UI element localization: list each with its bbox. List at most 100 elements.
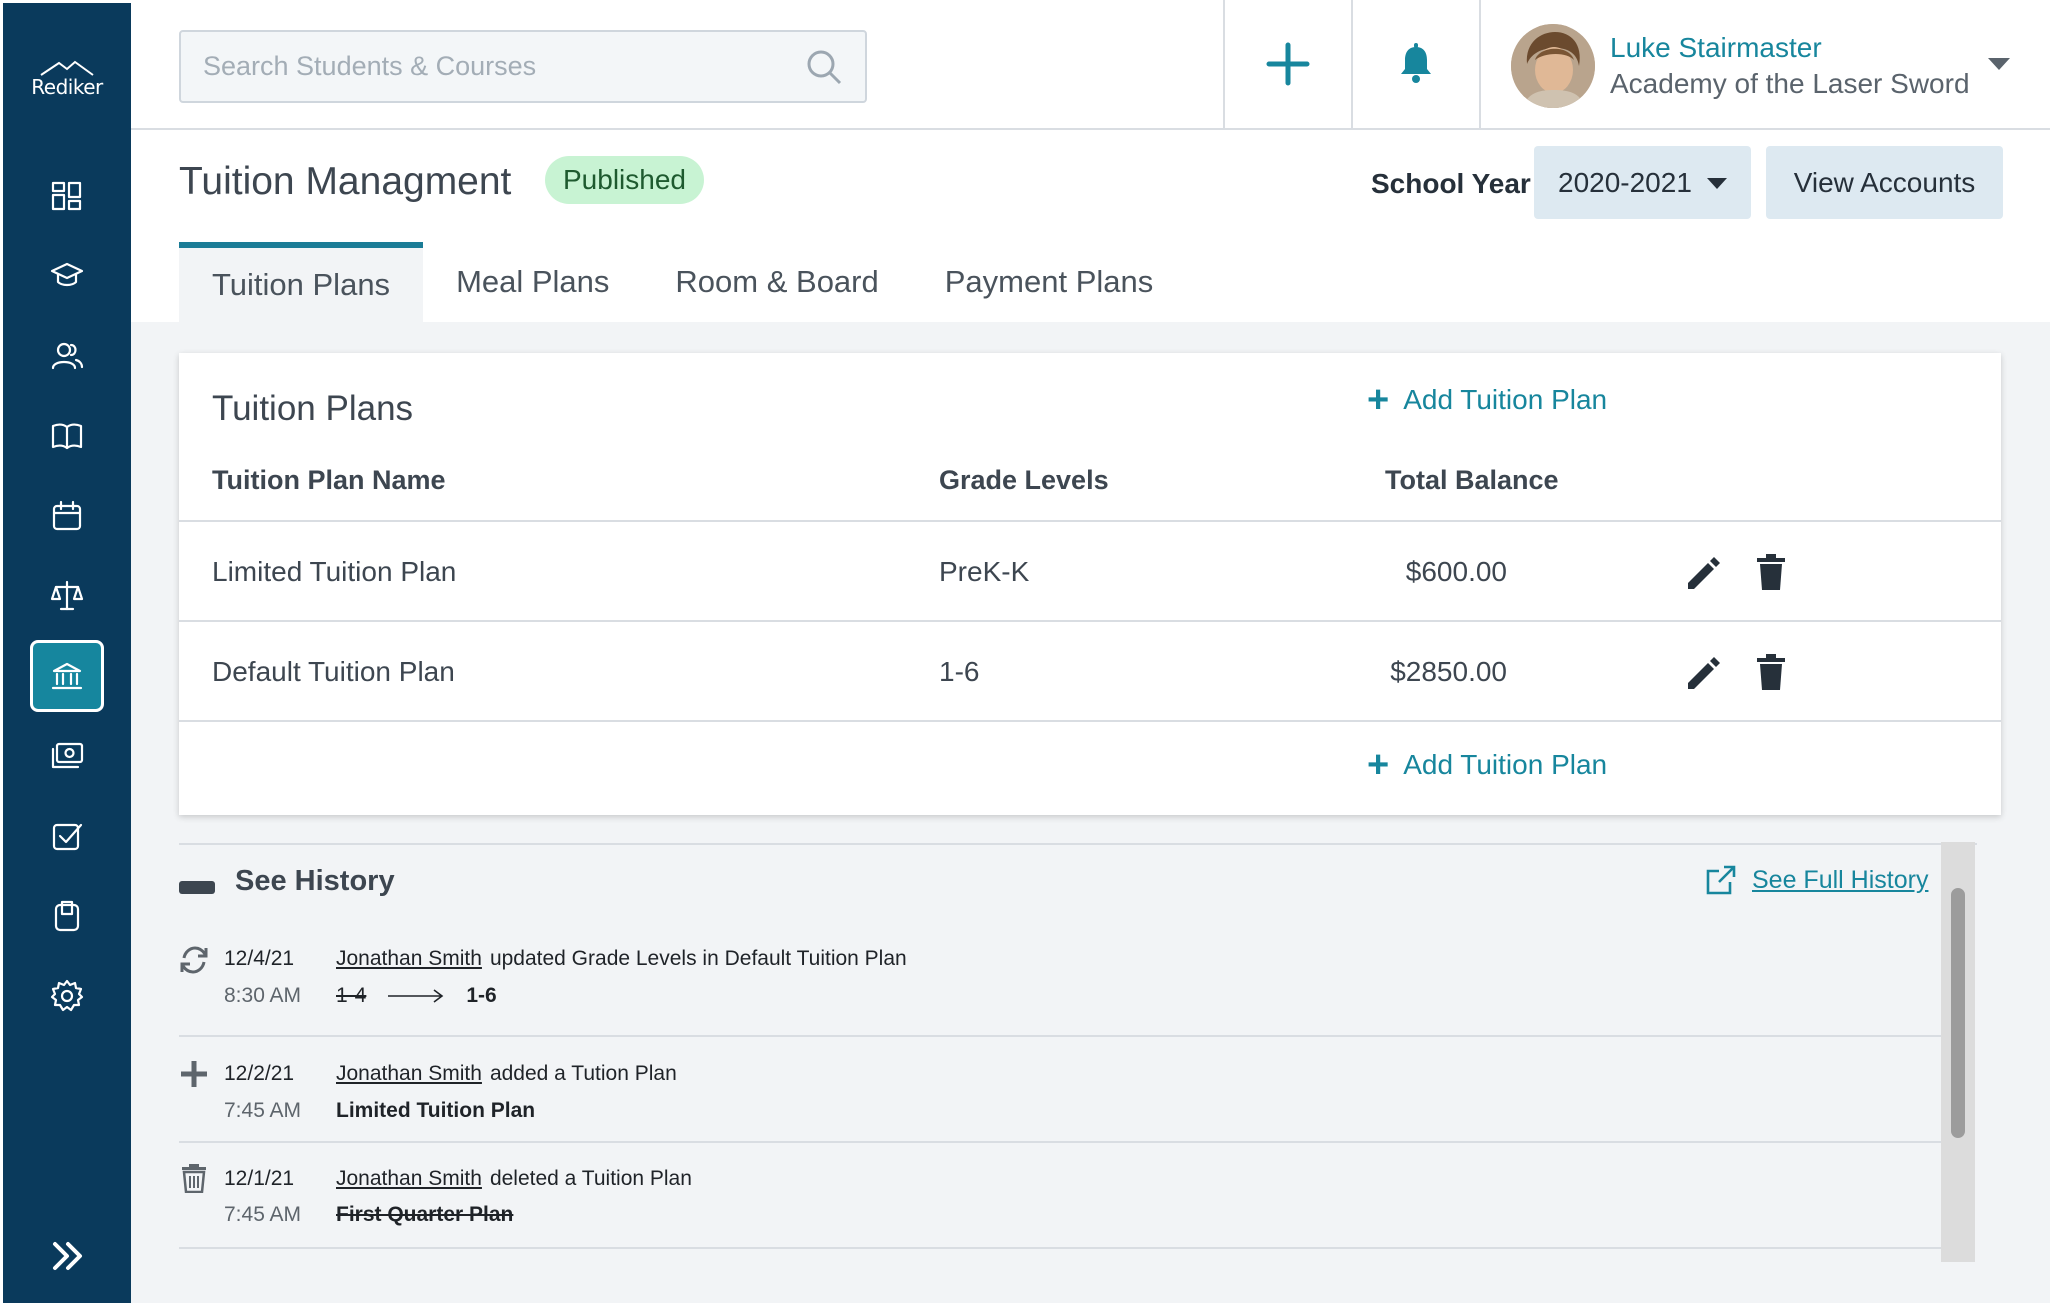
history-action: updated Grade Levels in Default Tuition … (489, 947, 907, 970)
history-date: 12/4/21 (224, 947, 295, 970)
top-bar: Luke Stairmaster Academy of the Laser Sw… (131, 0, 2050, 130)
tab-payment-plans[interactable]: Payment Plans (912, 242, 1187, 322)
clipboard-icon (54, 900, 80, 932)
tab-meal-plans[interactable]: Meal Plans (423, 242, 642, 322)
sidebar-item-reports[interactable] (30, 880, 104, 952)
new-value: 1-6 (466, 984, 497, 1007)
history-user-link[interactable]: Jonathan Smith (336, 1167, 482, 1190)
old-value: 1-4 (336, 984, 367, 1007)
add-tuition-plan-button[interactable]: + Add Tuition Plan (1367, 746, 1607, 784)
plus-icon (181, 1061, 207, 1087)
plan-balance: $2850.00 (1390, 656, 1507, 687)
sidebar-item-payments[interactable] (30, 720, 104, 792)
sidebar-item-discipline[interactable] (30, 560, 104, 632)
edit-button[interactable] (1681, 650, 1725, 694)
search-icon[interactable] (805, 48, 843, 86)
history-text: Jonathan Smith deleted a Tuition Plan (336, 1167, 692, 1191)
school-year-label: School Year (1371, 168, 1531, 199)
plus-icon (1266, 42, 1310, 86)
avatar[interactable] (1511, 24, 1595, 108)
edit-button[interactable] (1681, 550, 1725, 594)
history-entry: 12/4/21 8:30 AM Jonathan Smith updated Gr… (179, 933, 1945, 1037)
calendar-icon (52, 500, 82, 531)
tuition-plans-card: Tuition Plans + Add Tuition Plan Tuition… (179, 353, 2001, 815)
tab-room-board[interactable]: Room & Board (642, 242, 911, 322)
sidebar-item-people[interactable] (30, 320, 104, 392)
sidebar-item-billing[interactable] (30, 640, 104, 712)
user-name[interactable]: Luke Stairmaster (1610, 32, 1822, 64)
history-time: 7:45 AM (224, 1099, 302, 1122)
logo-text: Rediker (31, 75, 103, 99)
history-panel: See History See Full History 12/4/21 8:3… (179, 843, 1977, 1303)
column-header-balance: Total Balance (1385, 465, 1559, 495)
scrollbar-thumb[interactable] (1951, 888, 1965, 1138)
column-header-grades: Grade Levels (939, 465, 1109, 495)
sidebar-item-academics[interactable] (30, 240, 104, 312)
view-accounts-button[interactable]: View Accounts (1766, 146, 2003, 219)
trash-icon (182, 1164, 206, 1193)
people-icon (51, 342, 84, 370)
external-link-icon (1706, 865, 1736, 895)
scales-icon (50, 580, 84, 611)
school-year-select[interactable]: 2020-2021 (1534, 146, 1751, 219)
tab-tuition-plans[interactable]: Tuition Plans (179, 242, 424, 322)
checkbox-icon (52, 823, 83, 851)
chevron-down-icon (1707, 178, 1727, 189)
trash-icon (1757, 554, 1785, 590)
gear-icon (50, 979, 84, 1012)
see-full-history-link[interactable]: See Full History (1704, 863, 1928, 897)
history-time: 8:30 AM (224, 984, 302, 1007)
chevron-down-icon[interactable] (1988, 58, 2010, 70)
history-entry: 12/1/21 7:45 AM Jonathan Smith deleted a … (179, 1143, 1945, 1249)
add-tuition-plan-label: Add Tuition Plan (1403, 384, 1608, 415)
history-scrollbar[interactable] (1941, 842, 1975, 1262)
expand-sidebar-button[interactable] (30, 1221, 104, 1291)
plan-name: Limited Tuition Plan (212, 556, 457, 587)
logo[interactable]: Rediker (3, 59, 131, 99)
collapse-icon[interactable] (179, 881, 215, 894)
see-full-history-label: See Full History (1752, 865, 1929, 894)
bell-icon (1401, 43, 1431, 83)
table-row: Limited Tuition Plan PreK-K $600.00 (179, 520, 2001, 620)
add-tuition-plan-button[interactable]: + Add Tuition Plan (1367, 381, 1607, 419)
double-chevron-right-icon (53, 1242, 82, 1270)
history-detail: First Quarter Plan (336, 1203, 514, 1226)
history-title[interactable]: See History (235, 865, 395, 898)
page-title: Tuition Managment (179, 160, 512, 203)
tab-bar: Tuition Plans Meal Plans Room & Board Pa… (179, 242, 1186, 322)
plan-grades: PreK-K (939, 556, 1030, 587)
plus-icon: + (1367, 379, 1390, 421)
search-box[interactable] (179, 30, 867, 103)
plan-grades: 1-6 (939, 656, 980, 687)
sidebar-item-dashboard[interactable] (30, 160, 104, 232)
search-input[interactable] (203, 51, 805, 82)
sidebar-item-calendar[interactable] (30, 480, 104, 552)
sidebar-item-courses[interactable] (30, 400, 104, 472)
history-user-link[interactable]: Jonathan Smith (336, 947, 482, 970)
plan-name: Default Tuition Plan (212, 656, 455, 687)
column-header-name: Tuition Plan Name (212, 465, 446, 495)
avatar-image (1511, 24, 1595, 108)
refresh-icon (180, 946, 208, 974)
notifications-button[interactable] (1353, 0, 1479, 128)
bank-icon (51, 662, 83, 690)
graduation-cap-icon (50, 262, 84, 287)
pencil-icon (1688, 657, 1720, 689)
add-new-button[interactable] (1225, 0, 1351, 128)
pencil-icon (1688, 557, 1720, 589)
delete-button[interactable] (1749, 550, 1793, 594)
user-school: Academy of the Laser Sword (1610, 68, 1970, 99)
money-icon (51, 742, 84, 769)
history-user-link[interactable]: Jonathan Smith (336, 1062, 482, 1085)
book-icon (51, 423, 83, 450)
sidebar-item-settings[interactable] (30, 960, 104, 1032)
status-badge: Published (545, 156, 704, 204)
history-date: 12/1/21 (224, 1167, 295, 1190)
history-time: 7:45 AM (224, 1203, 302, 1226)
sidebar-item-tasks[interactable] (30, 800, 104, 872)
school-year-value: 2020-2021 (1558, 166, 1692, 198)
delete-button[interactable] (1749, 650, 1793, 694)
plus-icon: + (1367, 744, 1390, 786)
card-title: Tuition Plans (212, 389, 414, 428)
history-date: 12/2/21 (224, 1062, 295, 1085)
